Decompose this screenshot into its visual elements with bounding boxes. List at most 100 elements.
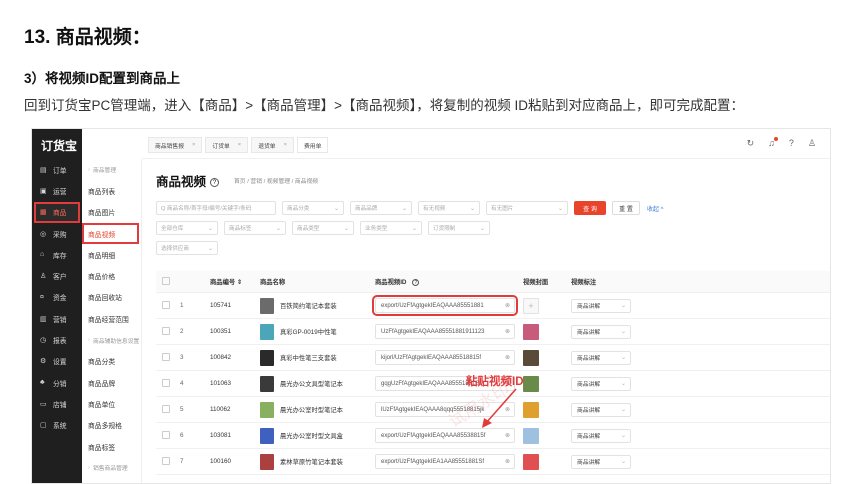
row-checkbox[interactable]: [162, 326, 170, 335]
table-row: 2 100351 真彩GP-0019中性笔 UzFfAgtgekIEAQAAA8555…: [156, 319, 830, 345]
tab-label: 费用单: [303, 143, 322, 150]
row-index: 1: [180, 302, 184, 309]
refresh-icon[interactable]: ↻: [747, 138, 755, 149]
category-select[interactable]: 商品分类 ⌄: [282, 201, 344, 215]
sidebar-item-10[interactable]: ♣ 分销: [32, 372, 82, 393]
video-id-input[interactable]: UzFfAgtgekIEAQAAA85551881911123 ⊗: [375, 324, 515, 339]
sidebar-item-4[interactable]: ⌂ 库存: [32, 244, 82, 265]
has-video-select[interactable]: 有无视频 ⌄: [418, 201, 480, 215]
tab[interactable]: 费用单: [296, 137, 329, 153]
query-button[interactable]: 查 询: [574, 201, 606, 215]
reset-button[interactable]: 重 置: [612, 201, 640, 215]
sidebar-item-6[interactable]: ¤ 资金: [32, 287, 82, 308]
sidebar-item-9[interactable]: ⚙ 设置: [32, 351, 82, 372]
subnav-item[interactable]: 商品列表: [82, 180, 141, 201]
subnav-item[interactable]: 商品价格: [82, 265, 141, 286]
add-cover-button[interactable]: +: [523, 297, 539, 314]
video-mark-select[interactable]: 商品讲解 ⌄: [571, 298, 631, 313]
subnav-item[interactable]: 商品视频: [82, 222, 139, 245]
close-icon[interactable]: ×: [192, 142, 195, 148]
subnav-item[interactable]: 商品回收站: [82, 287, 141, 308]
row-index: 6: [180, 432, 184, 439]
close-icon[interactable]: ×: [284, 142, 287, 148]
video-id-input[interactable]: export/UzFfAgtgekIEA1AA85551881Sf ⊗: [375, 454, 515, 469]
subnav-item[interactable]: 商品分类: [82, 351, 141, 372]
tab[interactable]: 退货单 ×: [251, 137, 294, 153]
subnav-item[interactable]: 商品图片: [82, 202, 141, 223]
sidebar-item-5[interactable]: ♙ 客户: [32, 265, 82, 286]
sidebar-item-0[interactable]: ▤ 订单: [32, 159, 82, 180]
help-icon[interactable]: ?: [789, 138, 794, 149]
sidebar-item-2[interactable]: ▦ 商品: [34, 201, 80, 223]
sidebar-item-11[interactable]: ▭ 店铺: [32, 393, 82, 414]
row-checkbox[interactable]: [162, 430, 170, 439]
warehouse-select[interactable]: 全部仓库 ⌄: [156, 221, 218, 235]
clear-icon[interactable]: ⊗: [504, 302, 510, 309]
row-checkbox[interactable]: [162, 300, 170, 309]
keyword-search-input[interactable]: Q 商品名称/首字母/编号/关键字/条码: [156, 201, 276, 215]
sidebar-item-label: 设置: [53, 359, 67, 367]
subnav-item[interactable]: 商品品牌: [82, 372, 141, 393]
row-checkbox[interactable]: [162, 352, 170, 361]
video-mark-select[interactable]: 商品讲解 ⌄: [571, 428, 631, 443]
clear-icon[interactable]: ⊗: [504, 328, 510, 335]
product-thumbnail: [260, 297, 274, 314]
type-select[interactable]: 商品类型 ⌄: [292, 221, 354, 235]
video-id-input[interactable]: export/UzFfAgtgekIEAQAAA85551881 ⊗: [372, 295, 518, 316]
video-mark-select[interactable]: 商品讲解 ⌄: [571, 350, 631, 365]
sidebar-item-label: 报表: [53, 338, 67, 346]
cover-image[interactable]: [523, 349, 539, 366]
close-icon[interactable]: ×: [238, 142, 241, 148]
tab[interactable]: 商品销售报 ×: [148, 137, 203, 153]
doc-heading: 13. 商品视频：: [24, 27, 151, 48]
subnav-group[interactable]: 商品辅助信息设置: [82, 329, 141, 350]
video-mark-select[interactable]: 商品讲解 ⌄: [571, 376, 631, 391]
col-no[interactable]: 商品编号 ⇕: [210, 277, 260, 286]
sidebar-item-8[interactable]: ◷ 报表: [32, 329, 82, 350]
clear-icon[interactable]: ⊗: [504, 432, 510, 439]
has-image-select[interactable]: 有无图片 ⌄: [486, 201, 568, 215]
sidebar-item-label: 店铺: [53, 401, 67, 409]
cover-image[interactable]: [523, 427, 539, 444]
subnav-item[interactable]: 商品经营范围: [82, 308, 141, 329]
subnav-item[interactable]: 商品单位: [82, 393, 141, 414]
bell-icon[interactable]: ♫: [768, 137, 778, 149]
video-id-input[interactable]: kijorl/UzFfAgtgekIEAQAAA85518815f ⊗: [375, 350, 515, 365]
sidebar-item-7[interactable]: ▥ 营销: [32, 308, 82, 329]
app-screenshot: 订货宝 ▤ 订单 ▣ 运营 ▦ 商品 ◎ 采购 ⌂ 库存 ♙ 客户 ¤ 资金 ▥ 营销 ◷ 报表 ⚙ 设置 ♣ 分销 ▭ 店铺…: [31, 128, 831, 484]
row-checkbox[interactable]: [162, 456, 170, 465]
video-mark-select[interactable]: 商品讲解 ⌄: [571, 324, 631, 339]
row-checkbox[interactable]: [162, 378, 170, 387]
sidebar-item-3[interactable]: ◎ 采购: [32, 223, 82, 244]
clear-icon[interactable]: ⊗: [504, 458, 510, 465]
product-name: 真彩GP-0019中性笔: [280, 329, 337, 336]
business-select[interactable]: 业务类型 ⌄: [360, 221, 422, 235]
subnav-group[interactable]: 销售商品管理: [82, 457, 141, 478]
collapse-link[interactable]: 收起 ^: [647, 204, 663, 213]
row-checkbox[interactable]: [162, 404, 170, 413]
video-mark-select[interactable]: 商品讲解 ⌄: [571, 454, 631, 469]
tab[interactable]: 订货单 ×: [205, 137, 249, 153]
product-thumbnail: [260, 375, 274, 392]
report-icon: ◷: [40, 337, 47, 345]
sidebar-item-12[interactable]: ▢ 系统: [32, 415, 82, 436]
video-id-input[interactable]: export/UzFfAgtgekIEAQAAA85538815f ⊗: [375, 428, 515, 443]
table-row: 3 100842 真彩中性笔三支套装 kijorl/UzFfAgtgekIEAQAAA…: [156, 345, 830, 371]
subnav-group[interactable]: 商品管理: [82, 159, 141, 180]
cover-image[interactable]: [523, 453, 539, 470]
subnav-item[interactable]: 商品多规格: [82, 415, 141, 436]
cover-image[interactable]: [523, 323, 539, 340]
video-mark-select[interactable]: 商品讲解 ⌄: [571, 402, 631, 417]
order-limit-select[interactable]: 订货限制 ⌄: [428, 221, 490, 235]
user-icon[interactable]: ♙: [808, 138, 816, 149]
doc-paragraph: 回到订货宝PC管理端，进入【商品】>【商品管理】>【商品视频】，将复制的视频 I…: [24, 98, 745, 113]
subnav-item[interactable]: 商品标签: [82, 436, 141, 457]
tag-select[interactable]: 商品标签 ⌄: [224, 221, 286, 235]
brand-select[interactable]: 商品品牌 ⌄: [350, 201, 412, 215]
clear-icon[interactable]: ⊗: [504, 354, 510, 361]
select-all-checkbox[interactable]: [162, 276, 170, 285]
sidebar-item-1[interactable]: ▣ 运营: [32, 180, 82, 201]
help-icon[interactable]: ?: [210, 178, 220, 188]
supplier-select[interactable]: 选择供应商 ⌄: [156, 241, 218, 255]
subnav-item[interactable]: 商品明细: [82, 244, 141, 265]
